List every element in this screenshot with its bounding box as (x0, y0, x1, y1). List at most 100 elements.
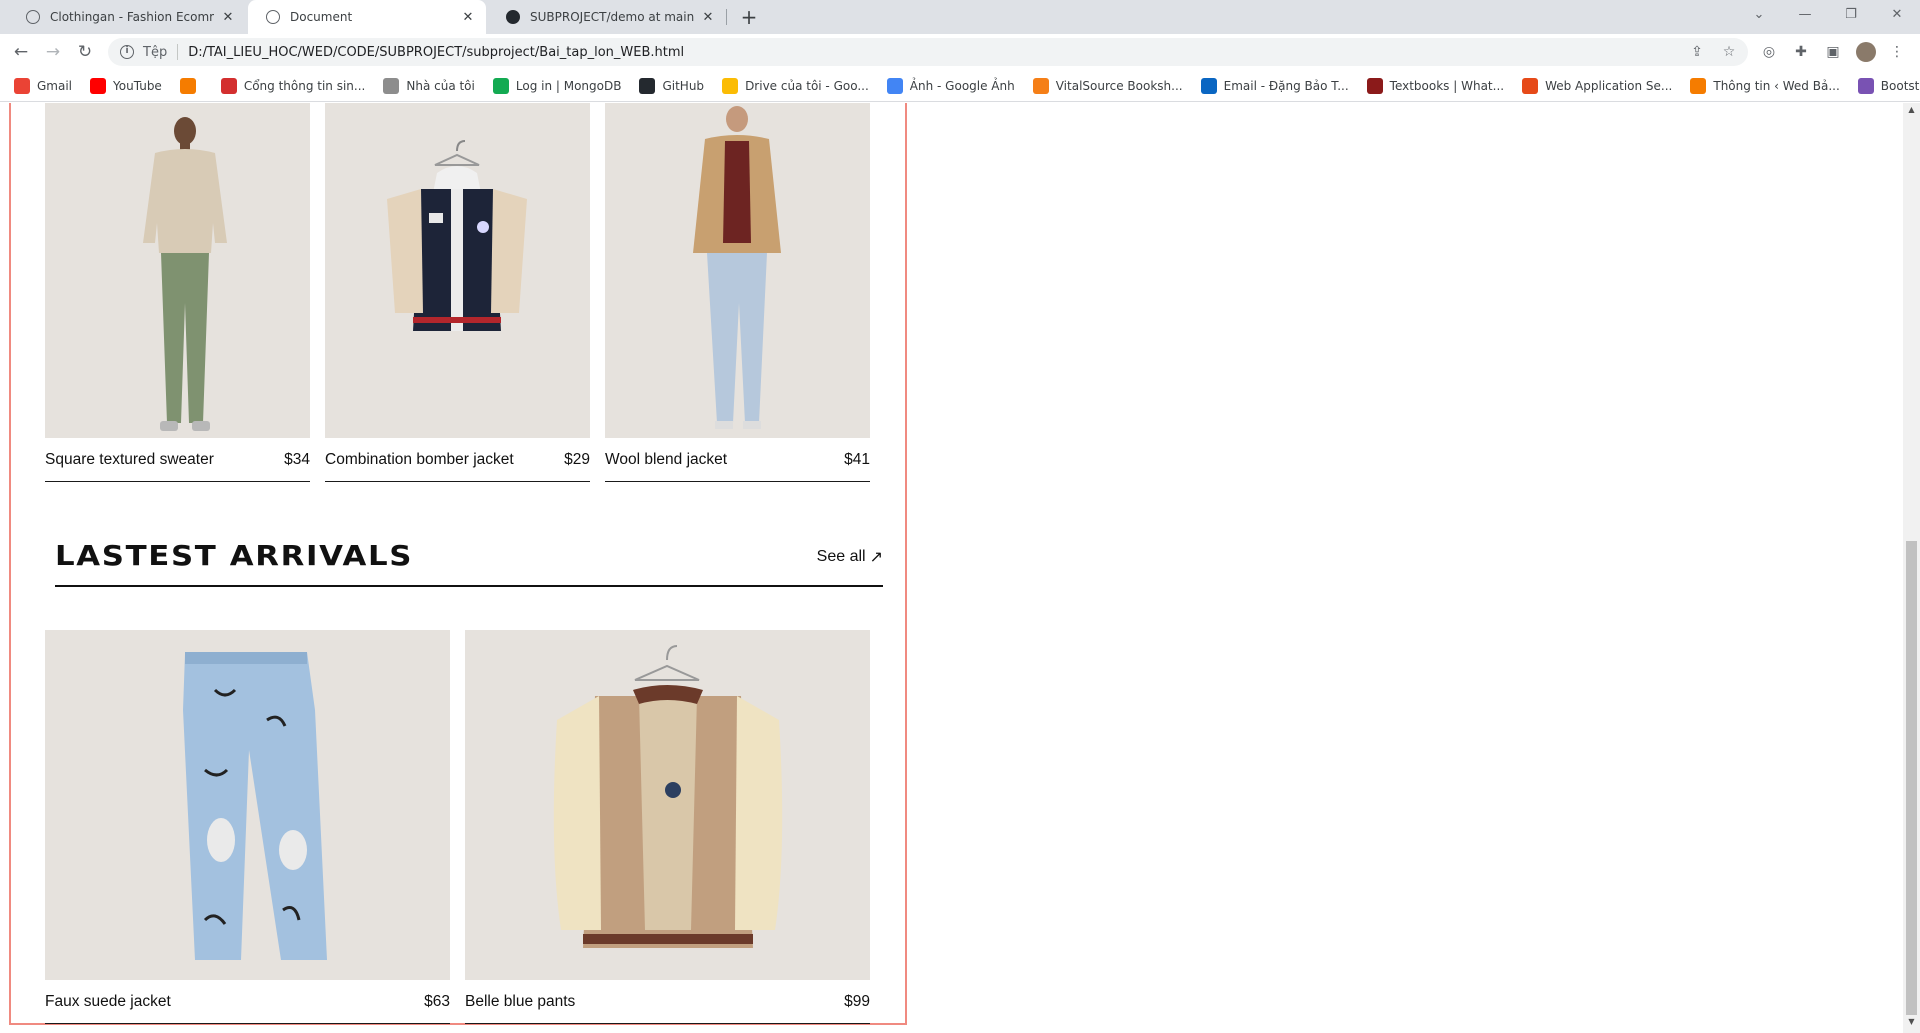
bookmark-item[interactable]: VitalSource Booksh... (1032, 77, 1183, 94)
page-viewport: Square textured sweater $34 Combination … (0, 103, 1902, 1033)
minimize-button[interactable]: — (1782, 0, 1828, 30)
product-image[interactable] (45, 630, 450, 980)
product-card[interactable]: Faux suede jacket $63 (45, 630, 450, 1024)
side-panel-icon[interactable]: ▣ (1824, 43, 1842, 61)
tab-github[interactable]: SUBPROJECT/demo at main · bao ✕ (488, 0, 726, 34)
window-close-button[interactable]: ✕ (1874, 0, 1920, 30)
scroll-up-icon[interactable]: ▲ (1903, 105, 1920, 119)
bookmark-item[interactable]: Bootstrap · The mo... (1857, 77, 1920, 94)
bookmark-label: Email - Đặng Bảo T... (1223, 78, 1349, 93)
ripped-jeans-figure (183, 652, 327, 960)
product-image[interactable] (605, 103, 870, 438)
bookmark-item[interactable]: YouTube (90, 77, 162, 94)
section-title: LASTEST ARRIVALS (55, 539, 414, 572)
bookmark-favicon-icon (383, 77, 400, 94)
bookmark-favicon-icon (639, 77, 656, 94)
product-card[interactable]: Combination bomber jacket $29 (325, 103, 590, 482)
bookmark-item[interactable]: Log in | MongoDB (492, 77, 622, 94)
new-tab-button[interactable]: + (736, 4, 762, 30)
product-name[interactable]: Wool blend jacket (605, 451, 727, 469)
tab-title: Document (290, 10, 353, 24)
product-info: Wool blend jacket $41 (605, 438, 870, 482)
tab-title: SUBPROJECT/demo at main · bao (530, 10, 694, 24)
see-all-link[interactable]: See all ↗ (817, 547, 883, 567)
bookmark-label: Web Application Se... (1545, 78, 1673, 93)
product-image[interactable] (325, 103, 590, 438)
compass-icon[interactable]: ◎ (1760, 43, 1778, 61)
star-icon[interactable]: ☆ (1720, 43, 1738, 61)
avatar[interactable] (1856, 42, 1876, 62)
varsity-jacket-figure (553, 645, 783, 948)
bookmark-favicon-icon (1366, 77, 1383, 94)
info-icon[interactable]: i (120, 45, 134, 59)
bookmark-item[interactable]: Thông tin ‹ Wed Bả... (1690, 77, 1840, 94)
product-info: Belle blue pants $99 (465, 980, 870, 1024)
bookmark-item[interactable]: Ảnh - Google Ảnh (886, 77, 1015, 94)
bookmark-item[interactable]: Gmail (14, 77, 73, 94)
bookmark-label: VitalSource Booksh... (1055, 78, 1183, 93)
back-icon[interactable]: ← (8, 39, 34, 65)
bookmark-label: Cổng thông tin sin... (243, 78, 366, 93)
product-name[interactable]: Belle blue pants (465, 993, 575, 1011)
bookmark-label: Thông tin ‹ Wed Bả... (1713, 78, 1840, 93)
content-frame: Square textured sweater $34 Combination … (9, 103, 907, 1025)
bookmark-item[interactable]: Nhà của tôi (383, 77, 475, 94)
bookmark-item[interactable]: Web Application Se... (1522, 77, 1673, 94)
address-bar[interactable]: i Tệp D:/TAI_LIEU_HOC/WED/CODE/SUBPROJEC… (108, 38, 1748, 66)
see-all-label: See all (816, 548, 866, 565)
bomber-jacket-figure (387, 140, 527, 331)
bookmark-item[interactable] (179, 77, 203, 94)
tab-search-icon[interactable]: ⌄ (1736, 0, 1782, 30)
forward-icon[interactable]: → (40, 39, 66, 65)
extensions-icon[interactable]: ✚ (1792, 43, 1810, 61)
bookmark-favicon-icon (1200, 77, 1217, 94)
share-icon[interactable]: ⇪ (1688, 43, 1706, 61)
bookmark-favicon-icon (722, 77, 739, 94)
man-sweater-figure (143, 117, 227, 431)
product-price: $63 (424, 992, 450, 1010)
bookmark-label: Ảnh - Google Ảnh (909, 78, 1015, 93)
tab-strip: Clothingan - Fashion Ecommerce ✕ Documen… (0, 0, 1920, 34)
bookmark-item[interactable]: Cổng thông tin sin... (220, 77, 366, 94)
close-icon[interactable]: ✕ (220, 10, 236, 25)
product-price: $29 (564, 450, 590, 468)
close-icon[interactable]: ✕ (460, 10, 476, 25)
scroll-down-icon[interactable]: ▼ (1903, 1017, 1920, 1031)
product-image[interactable] (465, 630, 870, 980)
bookmark-favicon-icon (492, 77, 509, 94)
bookmark-favicon-icon (220, 77, 237, 94)
bookmark-favicon-icon (1857, 77, 1874, 94)
product-image[interactable] (45, 103, 310, 438)
bookmark-favicon-icon (1522, 77, 1539, 94)
bookmark-label: Gmail (37, 78, 73, 93)
scheme-label: Tệp (143, 44, 168, 60)
close-icon[interactable]: ✕ (700, 10, 716, 25)
product-name[interactable]: Square textured sweater (45, 451, 214, 469)
bookmark-label: YouTube (113, 78, 162, 93)
bookmark-label: Textbooks | What... (1389, 78, 1505, 93)
bookmark-item[interactable]: Textbooks | What... (1366, 77, 1505, 94)
bookmark-item[interactable]: GitHub (639, 77, 704, 94)
scroll-thumb[interactable] (1906, 541, 1917, 1015)
bookmark-label: Nhà của tôi (406, 78, 475, 93)
restore-button[interactable]: ❐ (1828, 0, 1874, 30)
tab-clothingan[interactable]: Clothingan - Fashion Ecommerce ✕ (8, 0, 246, 34)
globe-icon (26, 10, 40, 24)
url-text[interactable]: D:/TAI_LIEU_HOC/WED/CODE/SUBPROJECT/subp… (188, 45, 684, 60)
vertical-scrollbar[interactable]: ▲ ▼ (1903, 103, 1920, 1033)
bookmark-item[interactable]: Drive của tôi - Goo... (722, 77, 869, 94)
reload-icon[interactable]: ↻ (72, 39, 98, 65)
product-info: Faux suede jacket $63 (45, 980, 450, 1024)
bookmark-label: Log in | MongoDB (515, 78, 622, 93)
tab-title: Clothingan - Fashion Ecommerce (50, 10, 214, 24)
product-card[interactable]: Belle blue pants $99 (465, 630, 870, 1024)
bookmark-favicon-icon (1690, 77, 1707, 94)
tab-document[interactable]: Document ✕ (248, 0, 486, 34)
product-info: Square textured sweater $34 (45, 438, 310, 482)
product-card[interactable]: Wool blend jacket $41 (605, 103, 870, 482)
product-name[interactable]: Combination bomber jacket (325, 451, 514, 469)
bookmark-item[interactable]: Email - Đặng Bảo T... (1200, 77, 1349, 94)
menu-icon[interactable]: ⋮ (1888, 43, 1906, 61)
product-name[interactable]: Faux suede jacket (45, 993, 171, 1011)
product-card[interactable]: Square textured sweater $34 (45, 103, 310, 482)
